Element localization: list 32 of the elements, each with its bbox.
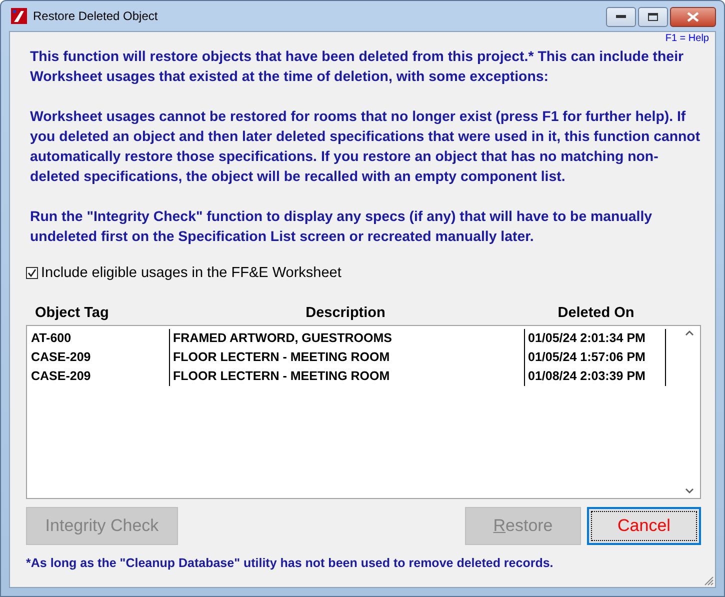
info-paragraph: Worksheet usages cannot be restored for rooms that no longer exist (press F1 for further help). If you deleted an object and then later deleted specifications that were used in it, this function cannot automatically restore those specifications. If you restore an object that has no matching non-deleted specifications, the object will be recalled with an empty component list. bbox=[30, 108, 701, 187]
table-cell: FLOOR LECTERN - MEETING ROOM bbox=[169, 367, 524, 386]
close-icon bbox=[687, 12, 699, 22]
maximize-icon bbox=[648, 13, 658, 21]
maximize-button[interactable] bbox=[638, 7, 668, 27]
scroll-up-icon[interactable] bbox=[684, 330, 694, 336]
help-hint: F1 = Help bbox=[665, 33, 709, 44]
app-icon bbox=[11, 8, 27, 24]
column-header: Description bbox=[304, 305, 386, 321]
table-cell-text: AT-600 bbox=[30, 330, 72, 347]
table-cell: 01/08/24 2:03:39 PM bbox=[524, 367, 666, 386]
table-cell: FLOOR LECTERN - MEETING ROOM bbox=[169, 348, 524, 367]
minimize-button[interactable] bbox=[606, 7, 636, 27]
info-paragraph: This function will restore objects that have been deleted from this project.* This can include their Worksheet usages that existed at the time of deletion, with some exceptions: bbox=[30, 48, 685, 87]
scroll-down-icon[interactable] bbox=[684, 488, 694, 494]
minimize-icon bbox=[616, 15, 626, 19]
table-cell: FRAMED ARTWORD, GUESTROOMS bbox=[169, 329, 524, 348]
column-header: Object Tag bbox=[34, 305, 110, 321]
window-title: Restore Deleted Object bbox=[33, 9, 159, 23]
checkbox-label[interactable]: Include eligible usages in the FF&E Worksheet bbox=[41, 265, 342, 281]
table-cell-text: CASE-209 bbox=[30, 368, 92, 385]
checkbox[interactable] bbox=[26, 267, 38, 279]
column-header: Deleted On bbox=[556, 305, 636, 321]
table-cell-text: CASE-209 bbox=[30, 349, 92, 366]
table-cell: 01/05/24 1:57:06 PM bbox=[524, 348, 666, 367]
close-button[interactable] bbox=[670, 7, 716, 27]
resize-grip-icon[interactable] bbox=[704, 576, 714, 586]
table-cell: 01/05/24 2:01:34 PM bbox=[524, 329, 666, 348]
info-paragraph: Run the "Integrity Check" function to display any specs (if any) that will have to be manually undeleted first on the Specification List screen or recreated manually later. bbox=[30, 208, 654, 247]
footnote: *As long as the "Cleanup Database" utility has not been used to remove deleted records. bbox=[26, 556, 554, 570]
object-list[interactable]: AT-600 FRAMED ARTWORD, GUESTROOMS 01/05/24 2:01:34 PM CASE-209 FLOOR LECTERN - MEETING ROOM 01/05/24 1:57:06 PM CASE-209 FLOOR LECTERN - MEETING ROOM 01/08/24 2:03:39 PM bbox=[26, 325, 701, 499]
action-button[interactable]: Cancel bbox=[587, 507, 701, 545]
